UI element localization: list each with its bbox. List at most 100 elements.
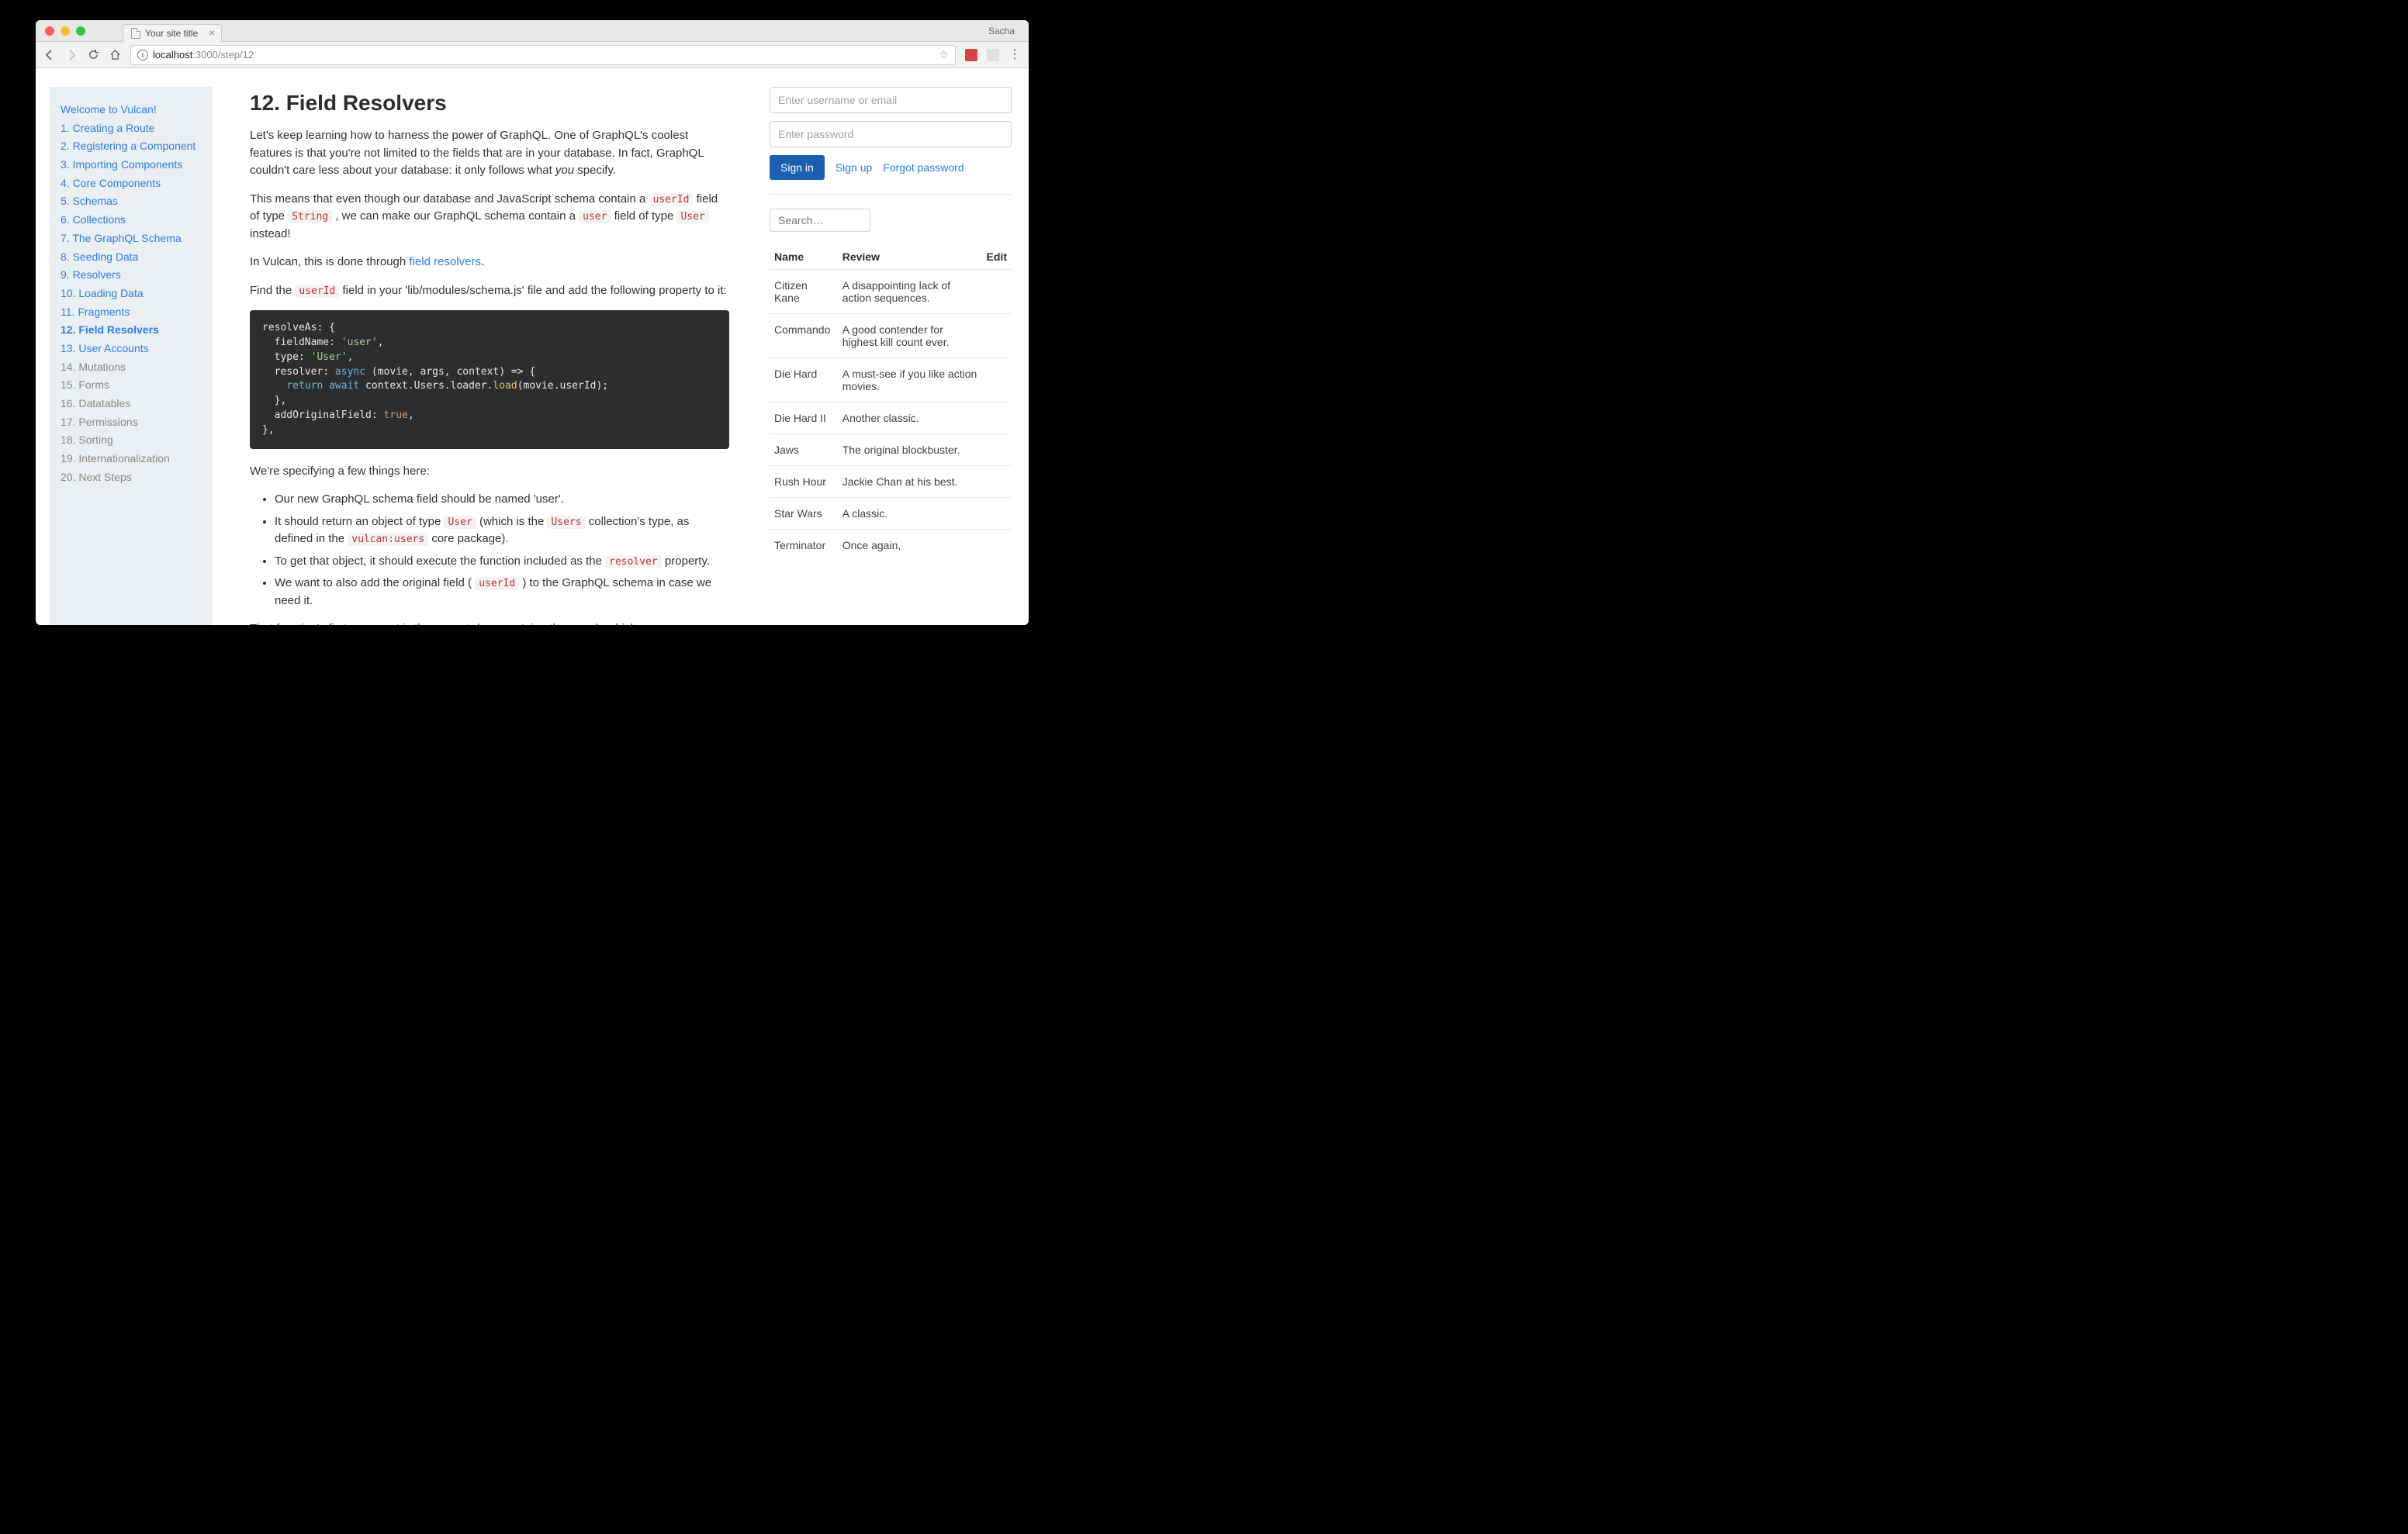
divider [770, 194, 1012, 195]
signin-button[interactable]: Sign in [770, 155, 825, 180]
bookmark-icon[interactable]: ☆ [939, 48, 949, 61]
sidebar-item[interactable]: 7. The GraphQL Schema [61, 230, 202, 248]
sidebar-item[interactable]: 12. Field Resolvers [61, 321, 202, 340]
sidebar-item[interactable]: 1. Creating a Route [61, 119, 202, 138]
sidebar-item[interactable]: 8. Seeding Data [61, 248, 202, 267]
paragraph: Find the userId field in your 'lib/modul… [250, 282, 729, 300]
sidebar-item[interactable]: 9. Resolvers [61, 266, 202, 285]
url-host: localhost [153, 49, 192, 60]
sidebar-item[interactable]: 16. Datatables [61, 395, 202, 413]
table-row: Citizen KaneA disappointing lack of acti… [770, 270, 1012, 314]
movie-edit-cell [982, 403, 1012, 434]
movie-review: Once again, [838, 530, 982, 561]
table-row: Rush HourJackie Chan at his best. [770, 466, 1012, 498]
signup-link[interactable]: Sign up [836, 161, 872, 174]
address-bar[interactable]: i localhost:3000/step/12 ☆ [130, 45, 956, 65]
list-item: We want to also add the original field (… [275, 575, 729, 610]
table-row: Star WarsA classic. [770, 498, 1012, 530]
paragraph: We're specifying a few things here: [250, 463, 729, 481]
intro-paragraph: Let's keep learning how to harness the p… [250, 127, 729, 180]
movie-name: Die Hard [770, 358, 838, 403]
window-maximize-button[interactable] [76, 26, 85, 36]
main-article: 12. Field Resolvers Let's keep learning … [227, 87, 752, 625]
sidebar-item[interactable]: 14. Mutations [61, 358, 202, 377]
field-resolvers-link[interactable]: field resolvers [409, 255, 481, 268]
movie-edit-cell [982, 358, 1012, 403]
sidebar-item[interactable]: 13. User Accounts [61, 340, 202, 358]
sidebar-item[interactable]: 10. Loading Data [61, 285, 202, 303]
sidebar-item[interactable]: 3. Importing Components [61, 156, 202, 174]
movie-review: A good contender for highest kill count … [838, 314, 982, 358]
table-row: Die HardA must-see if you like action mo… [770, 358, 1012, 403]
table-row: JawsThe original blockbuster. [770, 434, 1012, 466]
table-row: TerminatorOnce again, [770, 530, 1012, 561]
sidebar-item[interactable]: 2. Registering a Component [61, 137, 202, 156]
sidebar-item[interactable]: 4. Core Components [61, 174, 202, 193]
movie-edit-cell [982, 530, 1012, 561]
movie-name: Terminator [770, 530, 838, 561]
movie-name: Jaws [770, 434, 838, 466]
col-edit: Edit [982, 244, 1012, 270]
sidebar-item[interactable]: 18. Sorting [61, 431, 202, 450]
window-close-button[interactable] [45, 26, 54, 36]
reload-button[interactable] [87, 49, 99, 61]
tab-title: Your site title [145, 28, 198, 39]
code-block: resolveAs: { fieldName: 'user', type: 'U… [250, 310, 729, 449]
movies-table: Name Review Edit Citizen KaneA disappoin… [770, 244, 1012, 561]
movie-edit-cell [982, 434, 1012, 466]
sidebar-item[interactable]: 5. Schemas [61, 192, 202, 211]
menu-button[interactable]: ⋮ [1009, 49, 1021, 61]
search-input[interactable] [770, 209, 870, 232]
username-input[interactable] [770, 87, 1012, 113]
browser-tab[interactable]: Your site title ✕ [123, 24, 222, 42]
movie-name: Rush Hour [770, 466, 838, 498]
sidebar-item[interactable]: 17. Permissions [61, 413, 202, 432]
paragraph: This means that even though our database… [250, 191, 729, 244]
movie-review: A classic. [838, 498, 982, 530]
list-item: Our new GraphQL schema field should be n… [275, 491, 729, 509]
movie-review: The original blockbuster. [838, 434, 982, 466]
code-inline: String [288, 210, 332, 223]
auth-actions: Sign in Sign up Forgot password [770, 155, 1012, 180]
sidebar-item[interactable]: 11. Fragments [61, 303, 202, 322]
movie-edit-cell [982, 270, 1012, 314]
titlebar: Your site title ✕ Sacha [36, 20, 1029, 42]
movie-name: Citizen Kane [770, 270, 838, 314]
table-row: Die Hard IIAnother classic. [770, 403, 1012, 434]
col-name: Name [770, 244, 838, 270]
extension-icon-2[interactable] [987, 49, 999, 61]
sidebar-item[interactable]: 6. Collections [61, 211, 202, 230]
sidebar-item[interactable]: Welcome to Vulcan! [61, 101, 202, 119]
code-inline: userId [649, 193, 693, 206]
sidebar-item[interactable]: 15. Forms [61, 376, 202, 395]
home-button[interactable] [109, 49, 121, 61]
sidebar-item[interactable]: 19. Internationalization [61, 450, 202, 468]
browser-toolbar: i localhost:3000/step/12 ☆ ⋮ [36, 42, 1029, 68]
password-input[interactable] [770, 121, 1012, 147]
code-inline: userId [295, 285, 339, 298]
paragraph: That function's first argument is the cu… [250, 620, 729, 625]
forward-button[interactable] [65, 49, 78, 61]
movie-review: A must-see if you like action movies. [838, 358, 982, 403]
bullet-list: Our new GraphQL schema field should be n… [250, 491, 729, 610]
code-inline: User [676, 210, 708, 223]
movie-name: Die Hard II [770, 403, 838, 434]
movie-edit-cell [982, 314, 1012, 358]
back-button[interactable] [43, 49, 56, 61]
extension-icon[interactable] [965, 49, 977, 61]
close-icon[interactable]: ✕ [209, 29, 215, 38]
movie-review: A disappointing lack of action sequences… [838, 270, 982, 314]
sidebar-nav: Welcome to Vulcan!1. Creating a Route2. … [50, 87, 213, 625]
page-title: 12. Field Resolvers [250, 87, 729, 119]
sidebar-item[interactable]: 20. Next Steps [61, 468, 202, 487]
browser-window: Your site title ✕ Sacha i localhost:3000… [36, 20, 1029, 625]
movie-review: Jackie Chan at his best. [838, 466, 982, 498]
list-item: To get that object, it should execute th… [275, 553, 729, 571]
forgot-password-link[interactable]: Forgot password [883, 161, 964, 174]
movie-edit-cell [982, 498, 1012, 530]
profile-name[interactable]: Sacha [988, 26, 1019, 36]
right-sidebar: Sign in Sign up Forgot password Name Rev… [766, 87, 1015, 625]
movie-name: Star Wars [770, 498, 838, 530]
col-review: Review [838, 244, 982, 270]
window-minimize-button[interactable] [61, 26, 70, 36]
